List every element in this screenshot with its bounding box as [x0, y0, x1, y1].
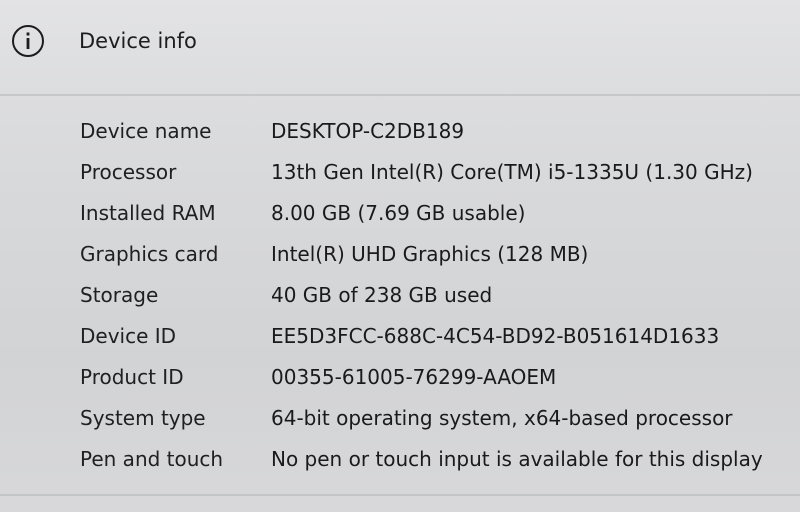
spec-row-pen-and-touch: Pen and touch No pen or touch input is a…	[0, 438, 800, 479]
device-info-header[interactable]: Device info	[0, 0, 800, 94]
spec-label: Storage	[80, 283, 159, 307]
spec-row-storage: Storage 40 GB of 238 GB used	[0, 274, 800, 315]
device-info-page: Device info Device name DESKTOP-C2DB189 …	[0, 0, 800, 512]
info-icon	[12, 25, 44, 57]
spec-value: No pen or touch input is available for t…	[271, 447, 763, 471]
header-divider	[0, 94, 800, 96]
spec-label: Pen and touch	[80, 447, 224, 471]
spec-row-installed-ram: Installed RAM 8.00 GB (7.69 GB usable)	[0, 192, 800, 233]
spec-label: Processor	[80, 160, 177, 184]
spec-value: DESKTOP-C2DB189	[271, 119, 465, 143]
spec-row-graphics-card: Graphics card Intel(R) UHD Graphics (128…	[0, 233, 800, 274]
spec-label: System type	[80, 406, 206, 430]
spec-row-product-id: Product ID 00355-61005-76299-AAOEM	[0, 356, 800, 397]
section-title: Device info	[79, 29, 197, 53]
spec-value: 8.00 GB (7.69 GB usable)	[271, 201, 526, 225]
spec-row-system-type: System type 64-bit operating system, x64…	[0, 397, 800, 438]
spec-value: EE5D3FCC-688C-4C54-BD92-B051614D1633	[271, 324, 720, 348]
spec-label: Device name	[80, 119, 212, 143]
spec-value: 64-bit operating system, x64-based proce…	[271, 406, 733, 430]
spec-label: Installed RAM	[80, 201, 216, 225]
device-specs-list: Device name DESKTOP-C2DB189 Processor 13…	[0, 110, 800, 479]
spec-row-device-id: Device ID EE5D3FCC-688C-4C54-BD92-B05161…	[0, 315, 800, 356]
spec-label: Device ID	[80, 324, 177, 348]
spec-row-processor: Processor 13th Gen Intel(R) Core(TM) i5-…	[0, 151, 800, 192]
spec-label: Graphics card	[80, 242, 219, 266]
bottom-divider	[0, 494, 800, 496]
spec-row-device-name: Device name DESKTOP-C2DB189	[0, 110, 800, 151]
spec-value: Intel(R) UHD Graphics (128 MB)	[271, 242, 589, 266]
spec-value: 40 GB of 238 GB used	[271, 283, 493, 307]
spec-value: 00355-61005-76299-AAOEM	[271, 365, 557, 389]
spec-label: Product ID	[80, 365, 184, 389]
spec-value: 13th Gen Intel(R) Core(TM) i5-1335U (1.3…	[271, 160, 753, 184]
